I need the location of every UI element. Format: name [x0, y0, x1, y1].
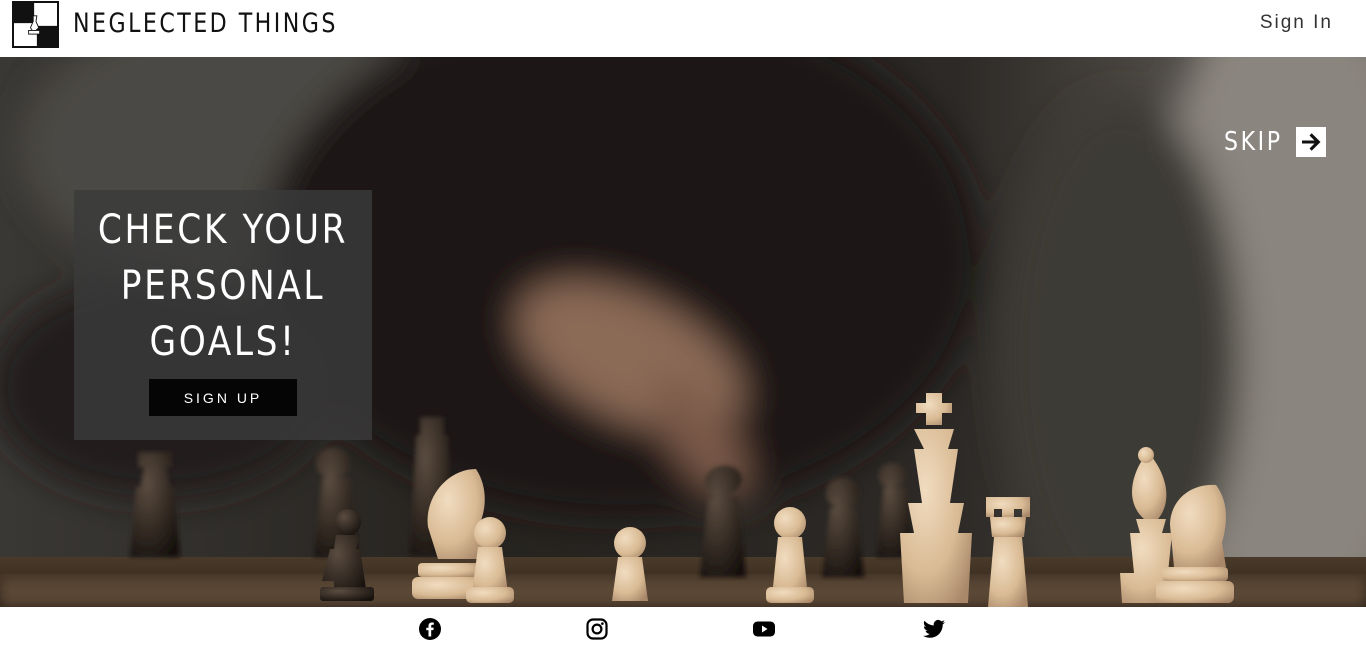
facebook-icon[interactable]	[418, 617, 442, 641]
cta-card: CHECK YOUR PERSONAL GOALS! SIGN UP	[74, 190, 372, 440]
social-footer	[0, 607, 1366, 650]
chess-board-logo-icon[interactable]	[12, 1, 59, 48]
skip-button[interactable]: SKIP	[1224, 125, 1326, 159]
logo-graphic	[14, 3, 57, 46]
youtube-icon[interactable]	[752, 617, 776, 641]
instagram-icon[interactable]	[585, 617, 609, 641]
cta-heading-line-2: PERSONAL	[120, 263, 326, 309]
sign-up-button[interactable]: SIGN UP	[149, 379, 297, 416]
cta-heading-line-1: CHECK YOUR	[97, 207, 349, 253]
top-header: NEGLECTED THINGS Sign In	[0, 0, 1366, 57]
hero-banner: SKIP CHECK YOUR PERSONAL GOALS! SIGN UP	[0, 57, 1366, 607]
brand-title[interactable]: NEGLECTED THINGS	[73, 6, 338, 42]
cta-heading: CHECK YOUR PERSONAL GOALS!	[95, 202, 351, 370]
cta-heading-line-3: GOALS!	[149, 319, 297, 365]
arrow-right-icon	[1296, 127, 1326, 157]
twitter-icon[interactable]	[922, 617, 946, 641]
sign-in-link[interactable]: Sign In	[1260, 10, 1333, 36]
skip-label: SKIP	[1224, 127, 1283, 157]
